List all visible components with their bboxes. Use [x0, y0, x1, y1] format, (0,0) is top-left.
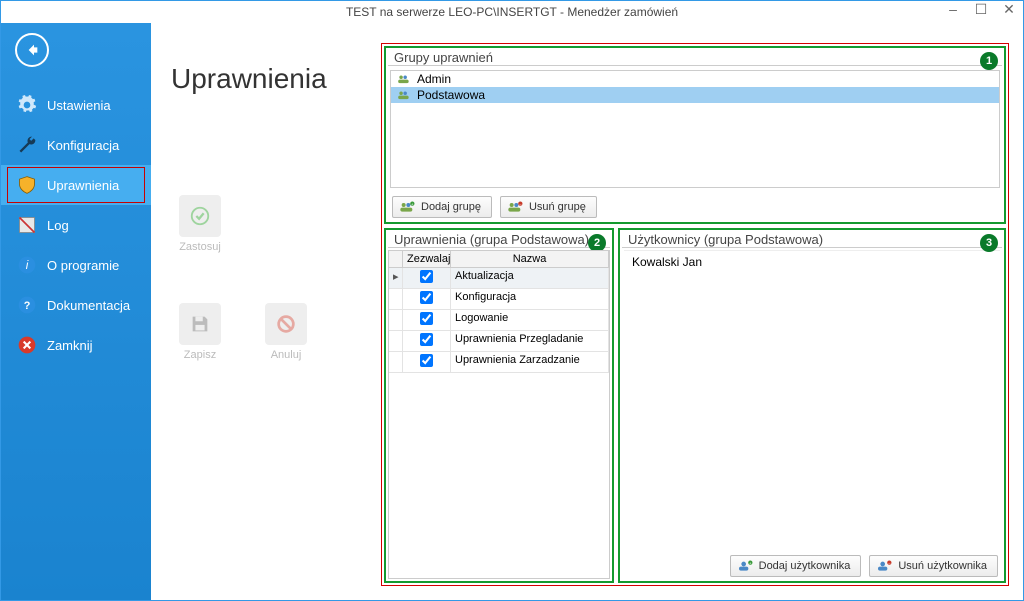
group-name: Admin: [417, 72, 451, 86]
users-panel-badge: 3: [980, 234, 998, 252]
permission-row[interactable]: Logowanie: [389, 310, 609, 331]
permission-name: Uprawnienia Zarzadzanie: [451, 352, 609, 372]
allow-checkbox[interactable]: [420, 354, 433, 367]
groups-list[interactable]: Admin Podstawowa: [390, 70, 1000, 188]
back-button[interactable]: [15, 33, 49, 67]
sidebar-item-label: O programie: [47, 258, 119, 273]
help-icon: ?: [17, 295, 37, 315]
sidebar-item-konfiguracja[interactable]: Konfiguracja: [1, 125, 151, 165]
groups-buttons: + Dodaj grupę – Usuń grupę: [386, 192, 1004, 222]
info-icon: i: [17, 255, 37, 275]
permissions-panel-title: Uprawnienia (grupa Podstawowa): [388, 230, 610, 248]
svg-text:i: i: [26, 259, 29, 272]
allow-checkbox[interactable]: [420, 291, 433, 304]
log-icon: [17, 215, 37, 235]
group-row[interactable]: Podstawowa: [391, 87, 999, 103]
sidebar-item-label: Dokumentacja: [47, 298, 130, 313]
sidebar-item-ustawienia[interactable]: Ustawienia: [1, 85, 151, 125]
allow-checkbox[interactable]: [420, 270, 433, 283]
sidebar-item-label: Zamknij: [47, 338, 93, 353]
wrench-icon: [17, 135, 37, 155]
users-icon: [397, 89, 411, 101]
sidebar-item-dokumentacja[interactable]: ? Dokumentacja: [1, 285, 151, 325]
minimize-button[interactable]: –: [943, 1, 963, 18]
apply-label: Zastosuj: [179, 241, 221, 253]
page-title: Uprawnienia: [171, 63, 361, 95]
apply-button[interactable]: Zastosuj: [171, 195, 229, 253]
permission-name: Konfiguracja: [451, 289, 609, 309]
users-remove-icon: –: [507, 200, 523, 214]
add-group-button[interactable]: + Dodaj grupę: [392, 196, 492, 218]
users-panel-title: Użytkownicy (grupa Podstawowa): [622, 230, 1002, 248]
delete-user-button[interactable]: – Usuń użytkownika: [869, 555, 998, 577]
permission-row[interactable]: Uprawnienia Zarzadzanie: [389, 352, 609, 373]
app-window: TEST na serwerze LEO-PC\INSERTGT - Mened…: [0, 0, 1024, 601]
maximize-button[interactable]: ☐: [971, 1, 991, 18]
sidebar-item-zamknij[interactable]: Zamknij: [1, 325, 151, 365]
delete-group-label: Usuń grupę: [529, 201, 586, 213]
user-remove-icon: –: [876, 559, 892, 573]
sidebar-item-label: Uprawnienia: [47, 178, 119, 193]
close-icon: [17, 335, 37, 355]
shield-icon: [17, 175, 37, 195]
check-icon: [179, 195, 221, 237]
permissions-panel: Uprawnienia (grupa Podstawowa) 2 Zezwala…: [384, 228, 614, 583]
permissions-header: Zezwalaj Nazwa: [389, 251, 609, 268]
permission-row[interactable]: Uprawnienia Przegladanie: [389, 331, 609, 352]
save-icon: [179, 303, 221, 345]
cancel-icon: [265, 303, 307, 345]
delete-group-button[interactable]: – Usuń grupę: [500, 196, 597, 218]
delete-user-label: Usuń użytkownika: [898, 560, 987, 572]
sidebar-item-label: Log: [47, 218, 69, 233]
permission-row[interactable]: ▸Aktualizacja: [389, 268, 609, 289]
save-label: Zapisz: [184, 349, 216, 361]
users-icon: [397, 73, 411, 85]
sidebar: Ustawienia Konfiguracja Uprawnienia Log …: [1, 23, 151, 600]
users-add-icon: +: [399, 200, 415, 214]
permission-name: Uprawnienia Przegladanie: [451, 331, 609, 351]
add-user-label: Dodaj użytkownika: [759, 560, 851, 572]
permission-row[interactable]: Konfiguracja: [389, 289, 609, 310]
sidebar-item-label: Konfiguracja: [47, 138, 119, 153]
col-allow: Zezwalaj: [403, 251, 451, 267]
cancel-label: Anuluj: [271, 349, 302, 361]
close-window-button[interactable]: ✕: [999, 1, 1019, 18]
window-controls: – ☐ ✕: [943, 1, 1019, 18]
users-buttons: + Dodaj użytkownika – Usuń użytkownika: [620, 551, 1004, 581]
window-title: TEST na serwerze LEO-PC\INSERTGT - Mened…: [346, 5, 678, 19]
users-list[interactable]: Kowalski Jan: [624, 250, 1000, 549]
groups-panel: Grupy uprawnień 1 Admin Podstawowa + Doda…: [384, 46, 1006, 224]
save-button[interactable]: Zapisz: [171, 303, 229, 361]
add-group-label: Dodaj grupę: [421, 201, 481, 213]
arrow-left-icon: [24, 42, 40, 58]
content-column: Grupy uprawnień 1 Admin Podstawowa + Doda…: [381, 23, 1023, 600]
group-row[interactable]: Admin: [391, 71, 999, 87]
col-name: Nazwa: [451, 251, 609, 267]
bottom-row: Uprawnienia (grupa Podstawowa) 2 Zezwala…: [384, 228, 1006, 583]
groups-panel-badge: 1: [980, 52, 998, 70]
allow-checkbox[interactable]: [420, 312, 433, 325]
users-panel: Użytkownicy (grupa Podstawowa) 3 Kowalsk…: [618, 228, 1006, 583]
titlebar: TEST na serwerze LEO-PC\INSERTGT - Mened…: [1, 1, 1023, 23]
body: Ustawienia Konfiguracja Uprawnienia Log …: [1, 23, 1023, 600]
sidebar-item-oprogramie[interactable]: i O programie: [1, 245, 151, 285]
gear-icon: [17, 95, 37, 115]
actions-column: Uprawnienia Zastosuj Zapisz Anuluj: [151, 23, 381, 600]
sidebar-item-label: Ustawienia: [47, 98, 111, 113]
main: Uprawnienia Zastosuj Zapisz Anuluj: [151, 23, 1023, 600]
user-row[interactable]: Kowalski Jan: [632, 255, 992, 269]
cancel-button[interactable]: Anuluj: [257, 303, 315, 361]
svg-text:?: ?: [24, 300, 31, 312]
sidebar-item-uprawnienia[interactable]: Uprawnienia: [1, 165, 151, 205]
user-add-icon: +: [737, 559, 753, 573]
permission-name: Aktualizacja: [451, 268, 609, 288]
highlight-frame: Grupy uprawnień 1 Admin Podstawowa + Doda…: [381, 43, 1009, 586]
add-user-button[interactable]: + Dodaj użytkownika: [730, 555, 862, 577]
allow-checkbox[interactable]: [420, 333, 433, 346]
sidebar-item-log[interactable]: Log: [1, 205, 151, 245]
groups-panel-title: Grupy uprawnień: [388, 48, 1002, 66]
permission-name: Logowanie: [451, 310, 609, 330]
group-name: Podstawowa: [417, 88, 485, 102]
permissions-table[interactable]: Zezwalaj Nazwa ▸AktualizacjaKonfiguracja…: [388, 250, 610, 579]
